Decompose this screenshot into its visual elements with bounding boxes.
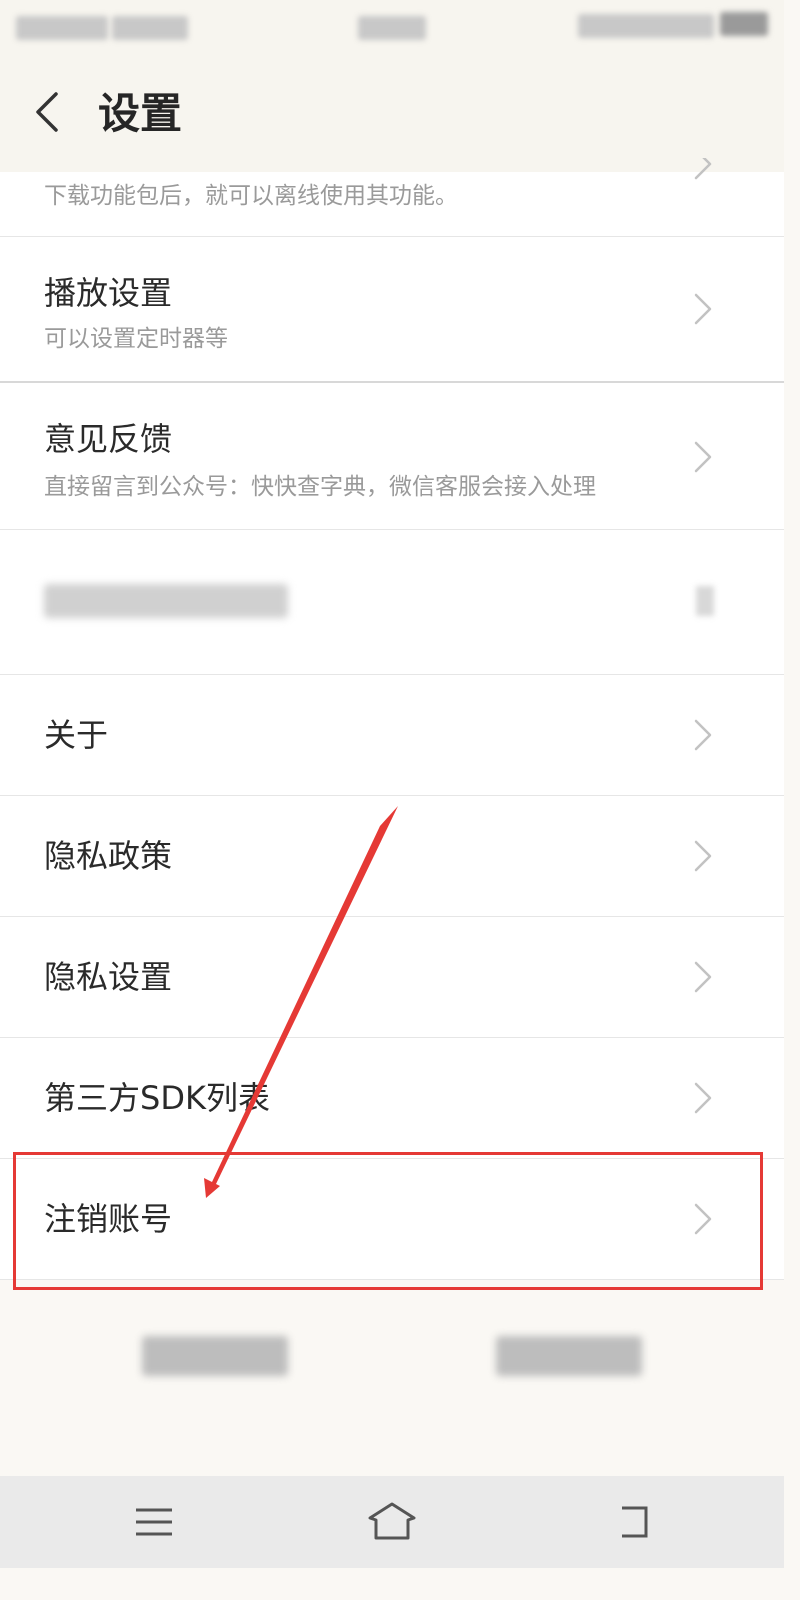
back-icon [622, 1506, 648, 1538]
footer-link-blurred[interactable] [142, 1336, 288, 1376]
system-nav-bar [0, 1476, 784, 1568]
footer-links [0, 1290, 784, 1476]
menu-icon [136, 1508, 172, 1536]
home-button[interactable] [366, 1500, 416, 1544]
home-icon [368, 1502, 416, 1540]
footer-link-blurred[interactable] [496, 1336, 642, 1376]
menu-button[interactable] [130, 1500, 178, 1544]
back-nav-button[interactable] [612, 1500, 660, 1544]
